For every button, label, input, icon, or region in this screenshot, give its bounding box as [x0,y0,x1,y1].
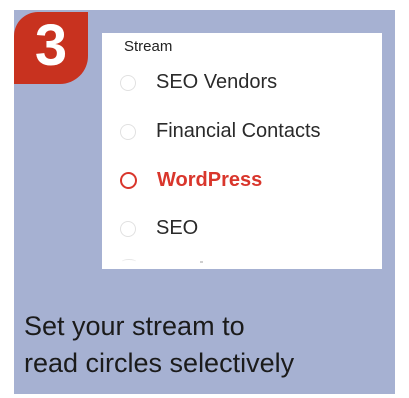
stream-option-seo-vendors[interactable]: SEO Vendors [120,71,277,94]
stream-option-seo[interactable]: SEO [120,217,198,240]
stream-panel: Stream SEO Vendors Financial Contacts Wo… [102,33,382,269]
radio-icon[interactable] [120,220,136,237]
caption-line: read circles selectively [24,348,295,378]
stream-option-wordpress[interactable]: WordPress [120,169,262,192]
step-badge: 3 [14,12,88,84]
radio-icon[interactable] [120,74,136,91]
panel-title: Stream [124,38,173,55]
cut-off-text-fragment [200,261,203,263]
stream-option-label: SEO Vendors [156,71,278,93]
stream-option-label: WordPress [157,169,263,191]
radio-selected-icon[interactable] [120,172,137,189]
cut-off-radio-icon [122,259,136,264]
stream-option-label: Financial Contacts [156,120,321,142]
stream-option-financial-contacts[interactable]: Financial Contacts [120,120,321,143]
stream-option-label: SEO [156,217,199,239]
caption: Set your stream to read circles selectiv… [24,308,394,382]
radio-icon[interactable] [120,123,136,140]
caption-line: Set your stream to [24,311,245,341]
step-number: 3 [34,13,68,78]
